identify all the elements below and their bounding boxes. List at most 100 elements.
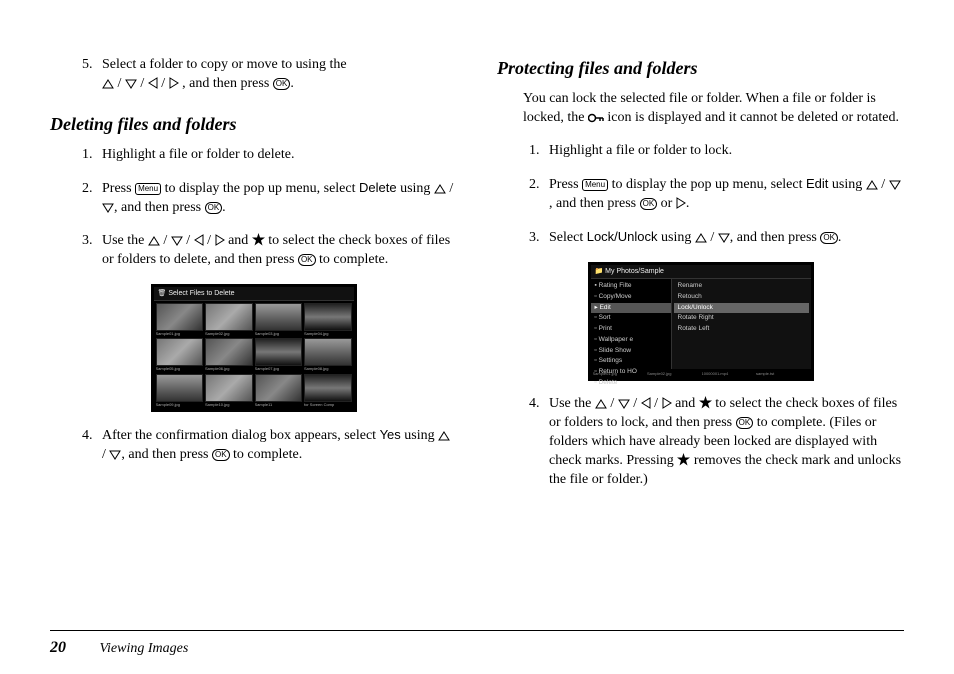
ss2-title: 📁 My Photos/Sample bbox=[591, 265, 811, 279]
up-icon bbox=[695, 233, 707, 243]
down-icon bbox=[889, 180, 901, 190]
text: Select a folder to copy or move to using… bbox=[102, 57, 347, 72]
menu-item: ▫ Slide Show bbox=[591, 346, 671, 357]
submenu-item: Rename bbox=[674, 281, 809, 292]
protect-step-4: Use the / / / and to select the check bo… bbox=[543, 395, 904, 489]
menu-icon: Menu bbox=[135, 183, 161, 195]
up-icon bbox=[595, 399, 607, 409]
menu-item: ▫ Settings bbox=[591, 356, 671, 367]
text: After the confirmation dialog box appear… bbox=[102, 428, 380, 443]
text: , and then press bbox=[549, 196, 640, 211]
screenshot-select-files: 🗑 Select Files to Delete Sample01.jpg Sa… bbox=[151, 284, 357, 413]
delete-step-4: After the confirmation dialog box appear… bbox=[96, 426, 457, 465]
text: icon is displayed and it cannot be delet… bbox=[607, 110, 899, 125]
menu-item-selected: ▸ Edit bbox=[591, 303, 671, 314]
page-footer: 20 Viewing Images bbox=[50, 630, 904, 659]
text: and bbox=[675, 396, 699, 411]
down-icon bbox=[109, 450, 121, 460]
protect-step-1: Highlight a file or folder to lock. bbox=[543, 142, 904, 161]
delete-steps-cont: After the confirmation dialog box appear… bbox=[76, 426, 457, 465]
continuation-list: Select a folder to copy or move to using… bbox=[76, 56, 457, 94]
left-column: Select a folder to copy or move to using… bbox=[50, 56, 457, 600]
left-icon bbox=[194, 234, 204, 246]
submenu-item: Rotate Right bbox=[674, 313, 809, 324]
down-icon bbox=[171, 236, 183, 246]
protect-intro: You can lock the selected file or folder… bbox=[523, 90, 904, 128]
up-icon bbox=[102, 79, 114, 89]
text: to complete. bbox=[319, 252, 388, 267]
ok-icon: OK bbox=[212, 449, 230, 461]
right-icon bbox=[676, 197, 686, 209]
text: , and then press bbox=[730, 230, 821, 245]
delete-steps: Highlight a file or folder to delete. Pr… bbox=[76, 146, 457, 269]
menu-icon: Menu bbox=[582, 179, 608, 191]
text: , and then press bbox=[182, 76, 273, 91]
ok-icon: OK bbox=[298, 254, 316, 266]
menu-item: ▫ Sort bbox=[591, 313, 671, 324]
ok-icon: OK bbox=[820, 232, 838, 244]
menu-item: ▫ Delete bbox=[591, 378, 671, 389]
up-icon bbox=[438, 431, 450, 441]
left-icon bbox=[148, 77, 158, 89]
text: Use the bbox=[549, 396, 595, 411]
heading-protecting: Protecting files and folders bbox=[497, 56, 904, 80]
text: My Photos/Sample bbox=[605, 268, 664, 275]
text: using bbox=[828, 177, 865, 192]
delete-step-2: Press Menu to display the pop up menu, s… bbox=[96, 179, 457, 218]
down-icon bbox=[102, 203, 114, 213]
down-icon bbox=[125, 79, 137, 89]
menu-item: ▪ Rating Filte bbox=[591, 281, 671, 292]
right-column: Protecting files and folders You can loc… bbox=[497, 56, 904, 600]
text: Press bbox=[549, 177, 582, 192]
ok-icon: OK bbox=[640, 198, 658, 210]
page-number: 20 bbox=[50, 639, 66, 656]
star-icon bbox=[677, 453, 690, 466]
ok-icon: OK bbox=[205, 202, 223, 214]
text: and bbox=[228, 233, 252, 248]
text: , and then press bbox=[114, 200, 205, 215]
ss1-title: 🗑 Select Files to Delete bbox=[154, 287, 354, 301]
text: Select bbox=[549, 230, 587, 245]
right-icon bbox=[169, 77, 179, 89]
ui-lock-unlock: Lock/Unlock bbox=[587, 229, 658, 244]
ok-icon: OK bbox=[736, 417, 754, 429]
up-icon bbox=[434, 184, 446, 194]
text: Use the bbox=[102, 233, 148, 248]
right-icon bbox=[662, 397, 672, 409]
star-icon bbox=[699, 396, 712, 409]
text: , and then press bbox=[121, 447, 212, 462]
ok-icon: OK bbox=[273, 78, 291, 90]
left-icon bbox=[641, 397, 651, 409]
down-icon bbox=[718, 233, 730, 243]
submenu-item-selected: Lock/Unlock bbox=[674, 303, 809, 314]
ss2-sub-menu: Rename Retouch Lock/Unlock Rotate Right … bbox=[672, 279, 811, 369]
protect-step-2: Press Menu to display the pop up menu, s… bbox=[543, 175, 904, 214]
submenu-item: Retouch bbox=[674, 292, 809, 303]
delete-step-1: Highlight a file or folder to delete. bbox=[96, 146, 457, 165]
right-icon bbox=[215, 234, 225, 246]
protect-steps-cont: Use the / / / and to select the check bo… bbox=[523, 395, 904, 489]
up-icon bbox=[866, 180, 878, 190]
star-icon bbox=[252, 233, 265, 246]
submenu-item: Rotate Left bbox=[674, 324, 809, 335]
text: using bbox=[658, 230, 695, 245]
text: to display the pop up menu, select bbox=[161, 181, 359, 196]
heading-deleting: Deleting files and folders bbox=[50, 112, 457, 136]
ui-edit: Edit bbox=[806, 176, 828, 191]
up-icon bbox=[148, 236, 160, 246]
menu-item: ▫ Print bbox=[591, 324, 671, 335]
step-5: Select a folder to copy or move to using… bbox=[96, 56, 457, 94]
ui-delete: Delete bbox=[359, 180, 397, 195]
text: to complete. bbox=[233, 447, 302, 462]
text: using bbox=[401, 428, 438, 443]
screenshot-edit-menu: 📁 My Photos/Sample ▪ Rating Filte ▫ Copy… bbox=[588, 262, 814, 382]
text: using bbox=[397, 181, 434, 196]
text: to display the pop up menu, select bbox=[608, 177, 806, 192]
text: Select Files to Delete bbox=[168, 290, 234, 297]
menu-item: ▫ Wallpaper e bbox=[591, 335, 671, 346]
delete-step-3: Use the / / / and to select the check bo… bbox=[96, 232, 457, 270]
protect-step-3: Select Lock/Unlock using / , and then pr… bbox=[543, 228, 904, 248]
footer-title: Viewing Images bbox=[100, 641, 189, 656]
key-icon bbox=[588, 113, 604, 123]
down-icon bbox=[618, 399, 630, 409]
